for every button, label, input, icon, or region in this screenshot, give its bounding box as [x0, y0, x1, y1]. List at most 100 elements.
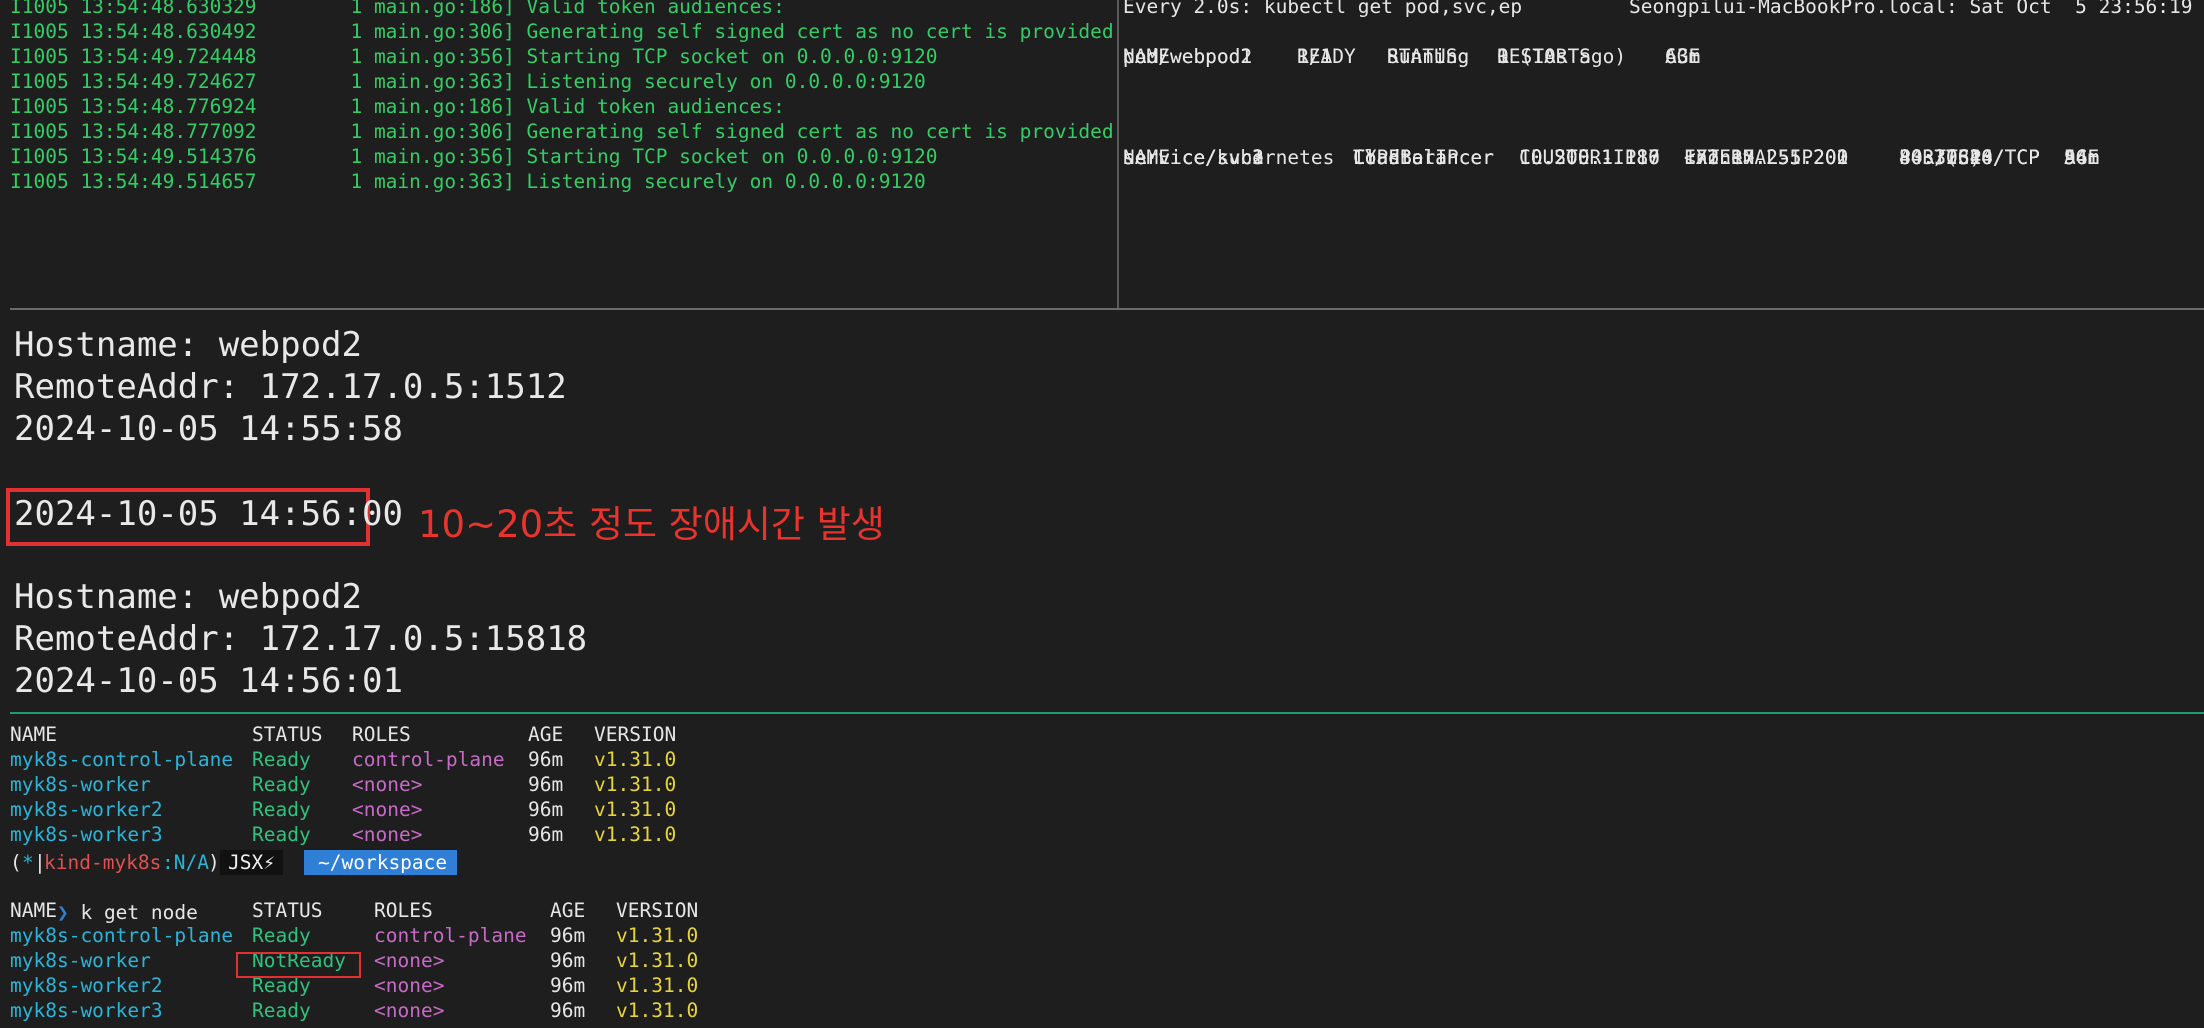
hostname-line: Hostname: webpod2: [14, 325, 362, 365]
node-col-header: NAME: [10, 723, 57, 746]
watch-host-time: Seongpilui-MacBookPro.local: Sat Oct 5 2…: [1629, 0, 2204, 18]
undefined-cell: 10.200.1.186: [1519, 146, 1660, 169]
downtime-annotation: 10~20초 정도 장애시간 발생: [418, 503, 885, 546]
node-cell: <none>: [352, 798, 423, 821]
log-pane: I1005 13:54:48.630329 1 main.go:186] Val…: [0, 0, 1117, 308]
node-cell: Ready: [252, 924, 311, 947]
node-cell: Ready: [252, 798, 311, 821]
log-line: I1005 13:54:49.724448 1 main.go:356] Sta…: [10, 45, 938, 68]
undefined-cell: Running: [1387, 45, 1470, 68]
node-col-header: NAME: [10, 899, 57, 922]
node-col-header: ROLES: [374, 899, 433, 922]
node-col-header: AGE: [528, 723, 564, 746]
node-cell: v1.31.0: [616, 949, 699, 972]
log-line: I1005 13:54:49.724627 1 main.go:363] Lis…: [10, 70, 926, 93]
node-cell: myk8s-control-plane: [10, 748, 234, 771]
node-cell: 96m: [550, 949, 586, 972]
log-line: I1005 13:54:48.630329 1 main.go:186] Val…: [10, 0, 785, 18]
node-cell: Ready: [252, 748, 311, 771]
node-row: myk8s-worker3 Ready <none> 96m v1.31.0: [10, 998, 810, 1023]
undefined-cell: pod/webpod2: [1123, 45, 1253, 68]
node-cell: 96m: [550, 974, 586, 997]
node-cell: <none>: [374, 949, 445, 972]
prompt-star: *: [22, 851, 34, 874]
node-row: myk8s-control-plane Ready control-plane 96m…: [10, 923, 810, 948]
node-cell: myk8s-worker: [10, 773, 151, 796]
prompt-workspace-segment: ~/workspace: [304, 850, 458, 875]
node-cell: v1.31.0: [616, 924, 699, 947]
kube-context: kind-myk8s: [44, 851, 162, 874]
log-line: I1005 13:54:49.514657 1 main.go:363] Lis…: [10, 170, 926, 193]
kube-namespace: :N/A: [162, 851, 209, 874]
node-cell: Ready: [252, 999, 311, 1022]
node-row: myk8s-worker2 Ready <none> 96m v1.31.0: [10, 797, 810, 822]
node-cell: myk8s-worker2: [10, 974, 163, 997]
node-cell: <none>: [374, 999, 445, 1022]
timestamp-line: 2024-10-05 14:55:58: [14, 409, 403, 449]
shell-prompt: ( * | kind-myk8s :N/A ) JSX⚡ ~/workspace: [10, 850, 458, 875]
node-col-header: AGE: [550, 899, 586, 922]
undefined-cell: LoadBalancer: [1353, 146, 1494, 169]
node-cell: 96m: [528, 798, 564, 821]
curl-output-pane: Hostname: webpod2 RemoteAddr: 172.17.0.5…: [0, 310, 2204, 712]
undefined-cell: 172.17.255.202: [1684, 146, 1849, 169]
undefined-cell: service/svc3: [1123, 146, 1264, 169]
node-pane: NAME STATUS ROLES AGE VERSION myk8s-control-p…: [0, 714, 2204, 1028]
node-row: myk8s-worker2 Ready <none> 96m v1.31.0: [10, 973, 810, 998]
nodes-after-header: NAME STATUS ROLES AGE VERSION: [10, 898, 810, 923]
node-row: myk8s-worker NotReady <none> 96m v1.31.0: [10, 948, 810, 973]
remoteaddr-line-2: RemoteAddr: 172.17.0.5:15818: [14, 619, 588, 659]
watch-command: Every 2.0s: kubectl get pod,svc,ep: [1123, 0, 1523, 18]
undefined-cell: 1/1: [1297, 45, 1333, 68]
nodes-before-header: NAME STATUS ROLES AGE VERSION: [10, 722, 810, 747]
node-col-header: VERSION: [594, 723, 677, 746]
node-cell: <none>: [352, 823, 423, 846]
undefined-row: service/svc3 LoadBalancer 10.200.1.186 172.…: [1119, 145, 2199, 170]
log-line: I1005 13:54:49.514376 1 main.go:356] Sta…: [10, 145, 938, 168]
node-cell: v1.31.0: [594, 773, 677, 796]
prompt-jsx-segment: JSX⚡: [220, 850, 283, 875]
node-col-header: VERSION: [616, 899, 699, 922]
node-cell: myk8s-worker2: [10, 798, 163, 821]
node-cell: v1.31.0: [616, 999, 699, 1022]
log-line: I1005 13:54:48.630492 1 main.go:306] Gen…: [10, 20, 1114, 43]
prompt-open: (: [10, 851, 22, 874]
node-cell: Ready: [252, 773, 311, 796]
timestamp-line-2: 2024-10-05 14:56:01: [14, 661, 403, 701]
node-row: myk8s-worker3 Ready <none> 96m v1.31.0: [10, 822, 810, 847]
node-cell: control-plane: [352, 748, 505, 771]
node-cell: 96m: [528, 823, 564, 846]
node-col-header: ROLES: [352, 723, 411, 746]
notready-highlight-box: [236, 952, 361, 978]
highlighted-timestamp: 2024-10-05 14:56:00: [14, 494, 403, 534]
node-cell: v1.31.0: [594, 798, 677, 821]
node-cell: <none>: [374, 974, 445, 997]
remoteaddr-line: RemoteAddr: 172.17.0.5:1512: [14, 367, 567, 407]
hostname-line-2: Hostname: webpod2: [14, 577, 362, 617]
node-cell: Ready: [252, 823, 311, 846]
undefined-cell: 80:30326/TCP: [1899, 146, 2040, 169]
node-cell: v1.31.0: [594, 748, 677, 771]
undefined-row: pod/webpod2 1/1 Running 0 63m: [1119, 44, 2199, 69]
node-cell: <none>: [352, 773, 423, 796]
node-col-header: STATUS: [252, 723, 323, 746]
node-cell: v1.31.0: [616, 974, 699, 997]
undefined-cell: 54m: [2064, 146, 2100, 169]
node-cell: myk8s-worker3: [10, 999, 163, 1022]
node-cell: myk8s-worker3: [10, 823, 163, 846]
node-cell: 96m: [550, 999, 586, 1022]
node-cell: control-plane: [374, 924, 527, 947]
node-row: myk8s-control-plane Ready control-plane 96m…: [10, 747, 810, 772]
node-cell: myk8s-worker: [10, 949, 151, 972]
log-line: I1005 13:54:48.776924 1 main.go:186] Val…: [10, 95, 785, 118]
watch-pane: Every 2.0s: kubectl get pod,svc,ep Seong…: [1119, 0, 2204, 308]
undefined-cell: 0: [1497, 45, 1509, 68]
log-line: I1005 13:54:48.777092 1 main.go:306] Gen…: [10, 120, 1114, 143]
node-cell: 96m: [528, 748, 564, 771]
node-col-header: STATUS: [252, 899, 323, 922]
node-cell: 96m: [528, 773, 564, 796]
node-row: myk8s-worker Ready <none> 96m v1.31.0: [10, 772, 810, 797]
node-cell: v1.31.0: [594, 823, 677, 846]
node-cell: myk8s-control-plane: [10, 924, 234, 947]
node-cell: 96m: [550, 924, 586, 947]
